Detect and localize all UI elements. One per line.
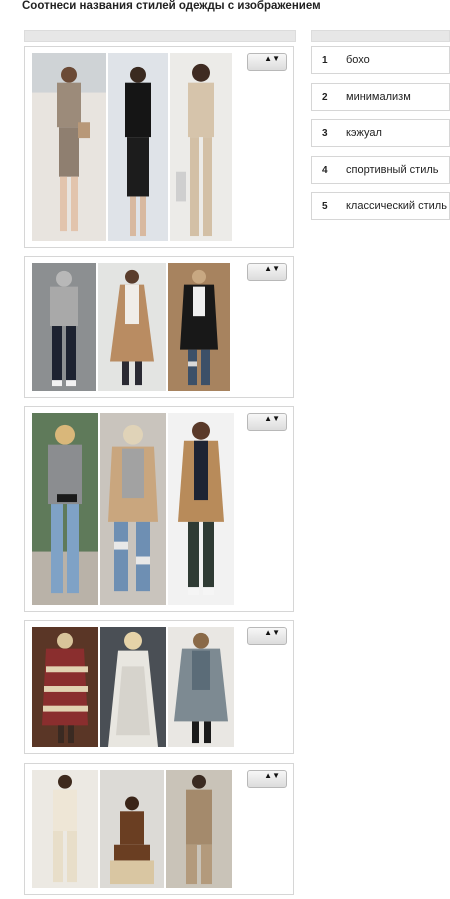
option-number: 2 [322,91,328,103]
photo-group [32,53,232,241]
photo-woman-grey-hoodie [32,263,96,391]
photo-business-woman-beige-suit [32,53,106,241]
photo-woman-camel-coat [98,263,166,391]
chevron-up-down-icon: ▲▼ [264,628,280,637]
match-item-1: ▲▼ [24,46,294,248]
items-column-header [24,30,296,42]
option-label: кэжуал [346,127,382,139]
option-item[interactable]: 3 кэжуал [311,119,450,147]
style-select[interactable]: ▲▼ [247,53,287,71]
match-item-4: ▲▼ [24,620,294,754]
option-number: 4 [322,164,328,176]
option-label: бохо [346,54,370,66]
style-select[interactable]: ▲▼ [247,413,287,431]
option-number: 3 [322,127,328,139]
style-select[interactable]: ▲▼ [247,627,287,645]
photo-group [32,627,234,747]
match-item-5: ▲▼ [24,763,294,895]
photo-woman-beige-pantsuit [170,53,232,241]
photo-woman-grey-sweater-jeans [32,413,98,605]
photo-woman-white-lace-dress [100,627,166,747]
option-item[interactable]: 5 классический стиль [311,192,450,220]
photo-woman-cream-knit-set [32,770,98,888]
chevron-up-down-icon: ▲▼ [264,264,280,273]
option-label: минимализм [346,91,411,103]
photo-woman-black-suit [108,53,168,241]
option-label: спортивный стиль [346,164,439,176]
photo-woman-trench-coat [168,413,234,605]
match-item-3: ▲▼ [24,406,294,612]
style-select[interactable]: ▲▼ [247,770,287,788]
photo-woman-beige-knit-dress [166,770,232,888]
option-item[interactable]: 2 минимализм [311,83,450,111]
page-title: Соотнеси названия стилей одежды с изобра… [22,0,321,12]
option-item[interactable]: 1 бохо [311,46,450,74]
photo-woman-black-coat-ripped-jeans [168,263,230,391]
photo-group [32,413,234,605]
option-label: классический стиль [346,200,447,212]
photo-group [32,263,230,391]
photo-woman-patterned-knit-cardigan [32,627,98,747]
photo-woman-brown-knit-sitting [100,770,164,888]
match-item-2: ▲▼ [24,256,294,398]
chevron-up-down-icon: ▲▼ [264,54,280,63]
photo-group [32,770,232,888]
photo-woman-sweater-ripped-jeans [100,413,166,605]
option-number: 5 [322,200,328,212]
option-item[interactable]: 4 спортивный стиль [311,156,450,184]
photo-woman-grey-fringe-cardigan [168,627,234,747]
style-select[interactable]: ▲▼ [247,263,287,281]
chevron-up-down-icon: ▲▼ [264,414,280,423]
chevron-up-down-icon: ▲▼ [264,771,280,780]
option-number: 1 [322,54,328,66]
options-column-header [311,30,450,42]
